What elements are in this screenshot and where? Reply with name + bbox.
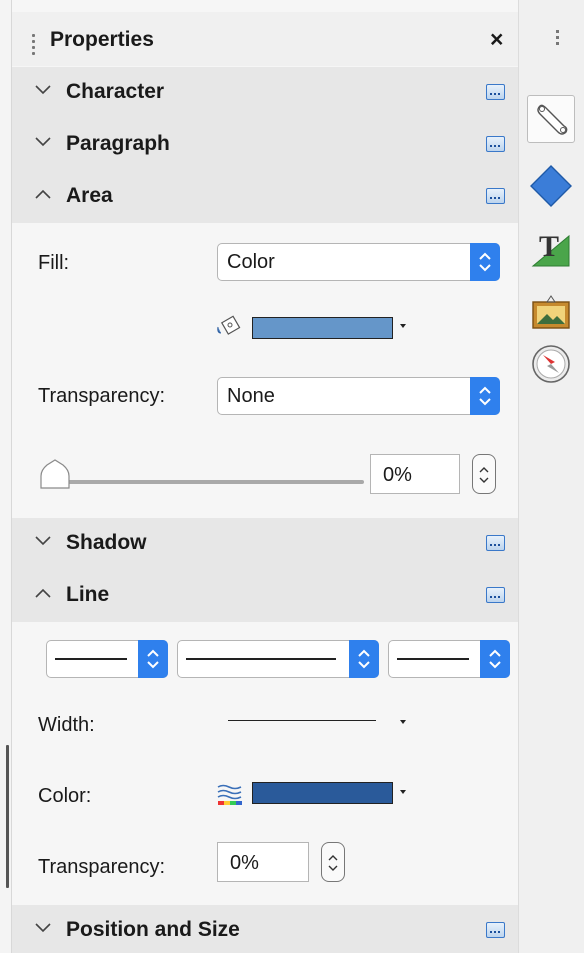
- section-shadow-header[interactable]: Shadow: [12, 518, 518, 570]
- line-end-arrow-select[interactable]: [388, 640, 510, 678]
- line-transparency-label: Transparency:: [38, 856, 166, 878]
- line-transparency-field[interactable]: 0%: [217, 842, 309, 882]
- more-options-icon[interactable]: [486, 84, 505, 100]
- section-position-size-header[interactable]: Position and Size: [12, 905, 518, 953]
- resize-grip[interactable]: [6, 745, 9, 888]
- fill-label: Fill:: [38, 252, 70, 274]
- svg-text:T: T: [539, 230, 559, 263]
- line-color-icon: [217, 784, 242, 805]
- area-transparency-label: Transparency:: [38, 385, 166, 407]
- section-position-size-title: Position and Size: [66, 918, 240, 941]
- transparency-slider-track[interactable]: [52, 480, 364, 484]
- section-paragraph-title: Paragraph: [66, 132, 170, 155]
- properties-panel: Properties × Character Paragraph Area Fi…: [12, 0, 518, 953]
- more-options-icon[interactable]: [486, 188, 505, 204]
- line-start-arrow-select[interactable]: [46, 640, 168, 678]
- chevron-down-icon: [35, 137, 51, 147]
- chevron-up-icon: [35, 189, 51, 199]
- fill-type-value: Color: [227, 251, 275, 273]
- line-preview: [186, 658, 336, 660]
- section-shadow-title: Shadow: [66, 531, 147, 554]
- section-line-header[interactable]: Line: [12, 570, 518, 622]
- styles-diamond-icon[interactable]: [527, 162, 575, 210]
- sidebar-resize-edge[interactable]: [0, 0, 12, 953]
- section-character-header[interactable]: Character: [12, 67, 518, 119]
- stepper-arrows-icon: [479, 467, 489, 483]
- deck-menu-icon[interactable]: [556, 30, 559, 48]
- line-color-dropdown-icon[interactable]: [400, 790, 406, 794]
- line-width-dropdown-icon[interactable]: [400, 720, 406, 724]
- line-width-label: Width:: [38, 714, 95, 736]
- area-transparency-stepper[interactable]: [472, 454, 496, 494]
- fontwork-text-icon[interactable]: T: [527, 222, 575, 270]
- area-transparency-percent-value: 0%: [383, 464, 412, 486]
- panel-title: Properties: [50, 28, 154, 51]
- area-transparency-value: None: [227, 385, 275, 407]
- more-options-icon[interactable]: [486, 136, 505, 152]
- transparency-slider-thumb[interactable]: [38, 458, 72, 490]
- more-options-icon[interactable]: [486, 587, 505, 603]
- area-transparency-percent-field[interactable]: 0%: [370, 454, 460, 494]
- stepper-arrows-icon: [328, 855, 338, 871]
- more-options-icon[interactable]: [486, 535, 505, 551]
- fill-bucket-icon: [217, 315, 241, 335]
- line-preview: [55, 658, 127, 660]
- section-line-title: Line: [66, 583, 110, 606]
- section-character-title: Character: [66, 80, 165, 103]
- fill-color-swatch[interactable]: [252, 317, 393, 339]
- chevron-down-icon: [35, 85, 51, 95]
- line-color-label: Color:: [38, 785, 92, 807]
- select-spin-icon: [349, 640, 379, 678]
- chevron-up-icon: [35, 588, 51, 598]
- line-preview: [397, 658, 469, 660]
- panel-titlebar: Properties ×: [12, 12, 518, 66]
- section-area-header[interactable]: Area: [12, 171, 518, 223]
- line-style-select[interactable]: [177, 640, 379, 678]
- sidebar-tab-deck: T: [518, 0, 584, 953]
- properties-wrench-icon[interactable]: [527, 95, 575, 143]
- select-spin-icon: [480, 640, 510, 678]
- line-transparency-stepper[interactable]: [321, 842, 345, 882]
- close-icon[interactable]: ×: [490, 26, 503, 53]
- line-transparency-value: 0%: [230, 852, 259, 874]
- select-spin-icon: [470, 243, 500, 281]
- navigator-compass-icon[interactable]: [527, 340, 575, 388]
- select-spin-icon: [138, 640, 168, 678]
- fill-type-select[interactable]: Color: [217, 243, 500, 281]
- line-color-swatch[interactable]: [252, 782, 393, 804]
- more-options-icon[interactable]: [486, 922, 505, 938]
- chevron-down-icon: [35, 536, 51, 546]
- select-spin-icon: [470, 377, 500, 415]
- area-transparency-select[interactable]: None: [217, 377, 500, 415]
- section-area-title: Area: [66, 184, 113, 207]
- line-width-preview[interactable]: [228, 720, 376, 721]
- fill-color-dropdown-icon[interactable]: [400, 324, 406, 328]
- gallery-picture-icon[interactable]: [527, 290, 575, 338]
- drag-handle-icon[interactable]: [32, 34, 35, 58]
- chevron-down-icon: [35, 923, 51, 933]
- section-paragraph-header[interactable]: Paragraph: [12, 119, 518, 171]
